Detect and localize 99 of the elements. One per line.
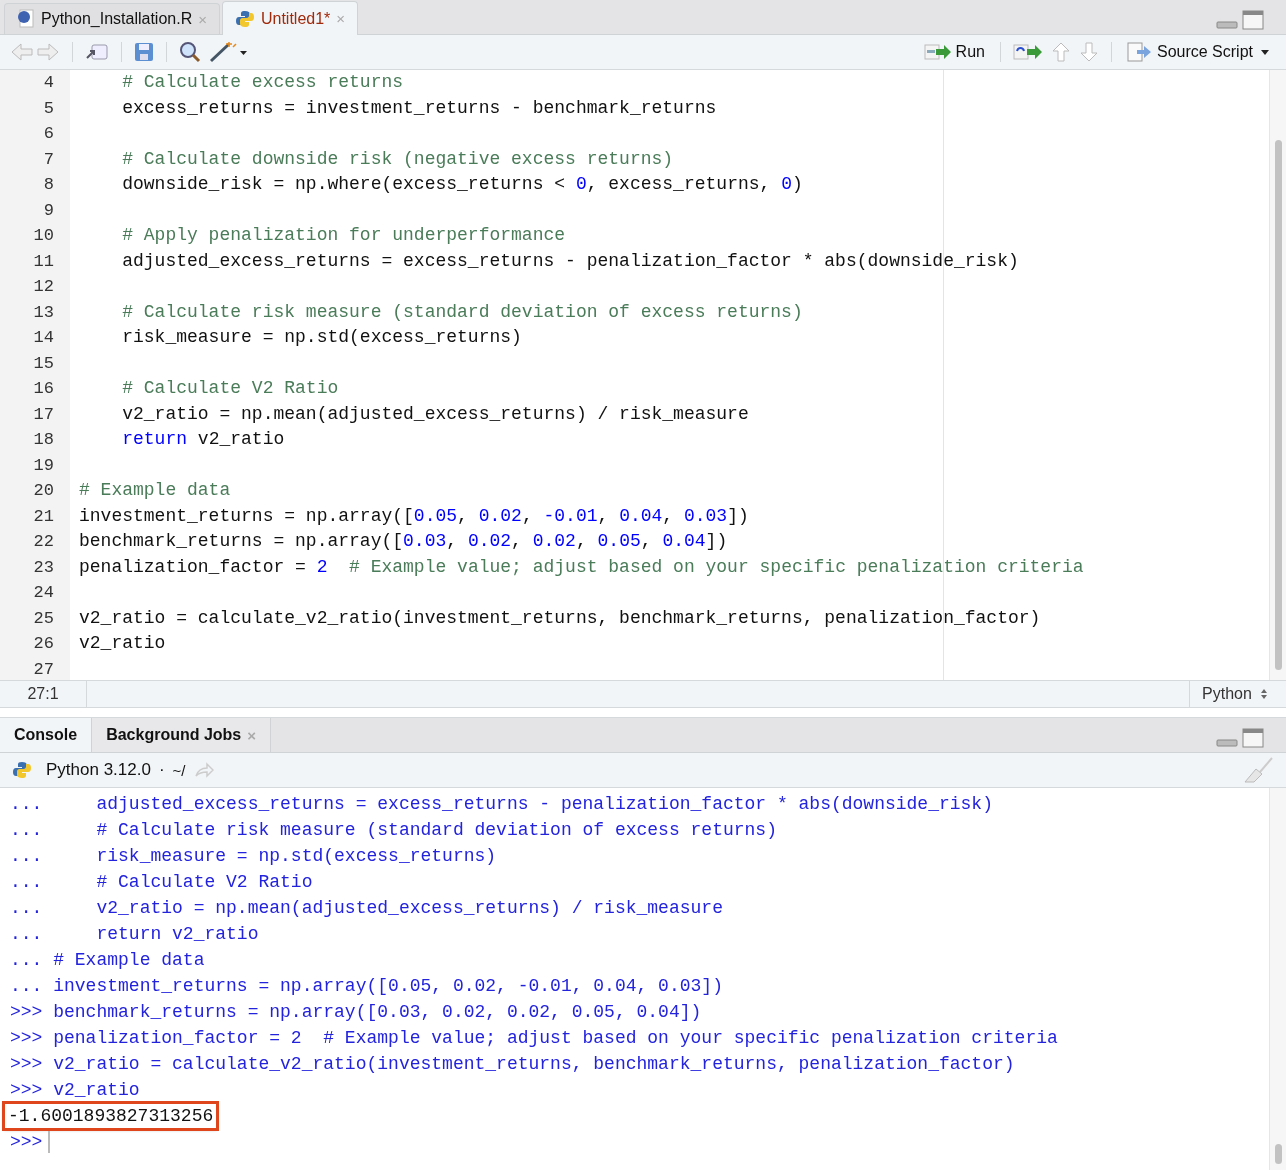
console-prompt: ... [10, 923, 43, 946]
code-line: # Calculate risk measure (standard deviation of excess returns) [121, 300, 804, 324]
language-selector[interactable]: Python [1189, 681, 1280, 707]
highlighted-output: -1.6001893827313256 [4, 1103, 218, 1129]
save-icon[interactable] [134, 42, 154, 62]
code-line: penalization_factor = 2 # Example value; adjust based on your specific penalization criteria [79, 555, 1085, 579]
code-line: # Calculate V2 Ratio [121, 377, 340, 400]
editor-tab[interactable]: Untitled1* × [221, 1, 359, 35]
line-number: 16 [32, 378, 55, 400]
line-number: 19 [32, 454, 55, 477]
console-input-text: benchmark_returns = np.array([0.03, 0.02, 0.02, 0.05, 0.04]) [52, 1001, 702, 1024]
line-number: 11 [32, 250, 55, 273]
line-number: 4 [42, 72, 55, 94]
scrollbar[interactable] [1269, 70, 1286, 680]
console-input-text: penalization_factor = 2 # Example value; adjust based on your specific penalization criteria [52, 1027, 1058, 1050]
popout-icon[interactable] [85, 42, 109, 62]
console-prompt: >>> [10, 1001, 43, 1024]
console-input-text: v2_ratio = calculate_v2_ratio(investment_returns, benchmark_returns, penalization_factor) [52, 1053, 1015, 1076]
code-line: v2_ratio = calculate_v2_ratio(investment_returns, benchmark_returns, penalization_factor) [79, 606, 1042, 630]
line-number: 20 [32, 480, 55, 502]
console-prompt: >>> [10, 1053, 43, 1076]
r-file-icon [17, 9, 35, 29]
scrollbar[interactable] [1269, 788, 1286, 1170]
line-number: 18 [32, 429, 55, 451]
console-prompt: ... [10, 975, 43, 998]
text-cursor [48, 1131, 51, 1153]
code-line: # Calculate downside risk (negative excess returns) [121, 147, 675, 171]
line-number: 25 [32, 607, 55, 630]
rerun-icon[interactable] [1012, 43, 1043, 61]
line-number: 13 [32, 301, 55, 324]
tab-label: Python_Installation.R [41, 10, 193, 28]
console-input-text: # Calculate V2 Ratio [95, 871, 313, 894]
console-prompt: >>> [10, 1079, 43, 1102]
console-input-text: return v2_ratio [95, 923, 259, 946]
console-input-text: risk_measure = np.std(excess_returns) [95, 845, 497, 868]
editor-tab[interactable]: Python_Installation.R × [4, 3, 220, 34]
line-number: 24 [32, 582, 55, 604]
console-input-text: investment_returns = np.array([0.05, 0.02, -0.01, 0.04, 0.03]) [52, 975, 723, 998]
console-prompt: ... [10, 897, 43, 920]
line-number: 21 [32, 505, 55, 528]
console-input-text: v2_ratio = np.mean(adjusted_excess_returns) / risk_measure [95, 897, 723, 920]
source-script-button[interactable]: Source Script [1123, 40, 1276, 64]
line-number: 8 [42, 174, 55, 196]
code-line: investment_returns = np.array([0.05, 0.02, -0.01, 0.04, 0.03]) [79, 504, 750, 528]
pane-controls-icon[interactable] [1216, 728, 1264, 748]
console-prompt: ... [10, 845, 43, 868]
console-input-text: # Calculate risk measure (standard deviation of excess returns) [95, 819, 777, 842]
code-line: # Apply penalization for underperformance [121, 224, 567, 247]
search-icon[interactable] [179, 41, 201, 63]
line-number: 15 [32, 352, 55, 375]
separator-dot: · [158, 760, 165, 780]
code-line: # Calculate excess returns [121, 71, 405, 94]
python-icon [12, 760, 32, 780]
interpreter-version: Python 3.12.0 [46, 760, 151, 780]
console-prompt: >>> [10, 1027, 43, 1050]
console-prompt: ... [10, 949, 43, 972]
code-line: # Example data [79, 479, 232, 502]
code-line: downside_risk = np.where(excess_returns < 0, excess_returns, 0) [121, 173, 804, 196]
line-number: 27 [32, 658, 55, 680]
tab-label: Untitled1* [260, 9, 331, 28]
magic-wand-icon[interactable] [209, 41, 249, 63]
line-number: 7 [42, 148, 55, 171]
code-line: return v2_ratio [121, 428, 286, 451]
console-input-text: v2_ratio [52, 1079, 140, 1102]
console-prompt: ... [10, 871, 43, 894]
line-number: 23 [32, 556, 55, 579]
line-number: 5 [42, 97, 55, 120]
window-controls-icon[interactable] [1216, 10, 1264, 30]
line-number: 9 [42, 199, 55, 222]
line-number: 12 [32, 276, 55, 298]
source-icon [1126, 42, 1153, 62]
line-number: 22 [32, 531, 55, 553]
console-prompt: >>> [10, 1131, 43, 1154]
line-number: 17 [32, 403, 55, 426]
run-button[interactable]: Run [920, 41, 988, 63]
line-number: 6 [42, 123, 55, 145]
working-directory: ~/ [172, 761, 186, 779]
line-number: 26 [32, 633, 55, 655]
run-arrow-icon [923, 43, 952, 61]
code-line: v2_ratio [79, 632, 167, 655]
console-prompt: ... [10, 819, 43, 842]
broom-icon[interactable] [1244, 757, 1274, 783]
console-input-text: # Example data [52, 949, 205, 972]
code-line: risk_measure = np.std(excess_returns) [121, 326, 523, 349]
console-input-text: adjusted_excess_returns = excess_returns - penalization_factor * abs(downside_risk) [95, 793, 993, 816]
python-file-icon [234, 8, 255, 29]
code-line: v2_ratio = np.mean(adjusted_excess_returns) / risk_measure [121, 402, 750, 426]
code-line: excess_returns = investment_returns - benchmark_returns [121, 96, 718, 120]
cursor-position: 27:1 [0, 681, 87, 707]
code-line: adjusted_excess_returns = excess_returns - penalization_factor * abs(downside_risk) [121, 249, 1020, 273]
code-line: benchmark_returns = np.array([0.03, 0.02, 0.02, 0.05, 0.04]) [79, 530, 729, 553]
up-arrow-icon[interactable] [1050, 42, 1071, 62]
down-arrow-icon[interactable] [1078, 42, 1099, 62]
console-tab[interactable]: Console [0, 718, 93, 752]
line-number: 10 [32, 225, 55, 247]
console-tab[interactable]: Background Jobs × [92, 718, 272, 752]
line-number: 14 [32, 327, 55, 349]
updown-icon [1259, 687, 1268, 701]
console-prompt: ... [10, 793, 43, 816]
